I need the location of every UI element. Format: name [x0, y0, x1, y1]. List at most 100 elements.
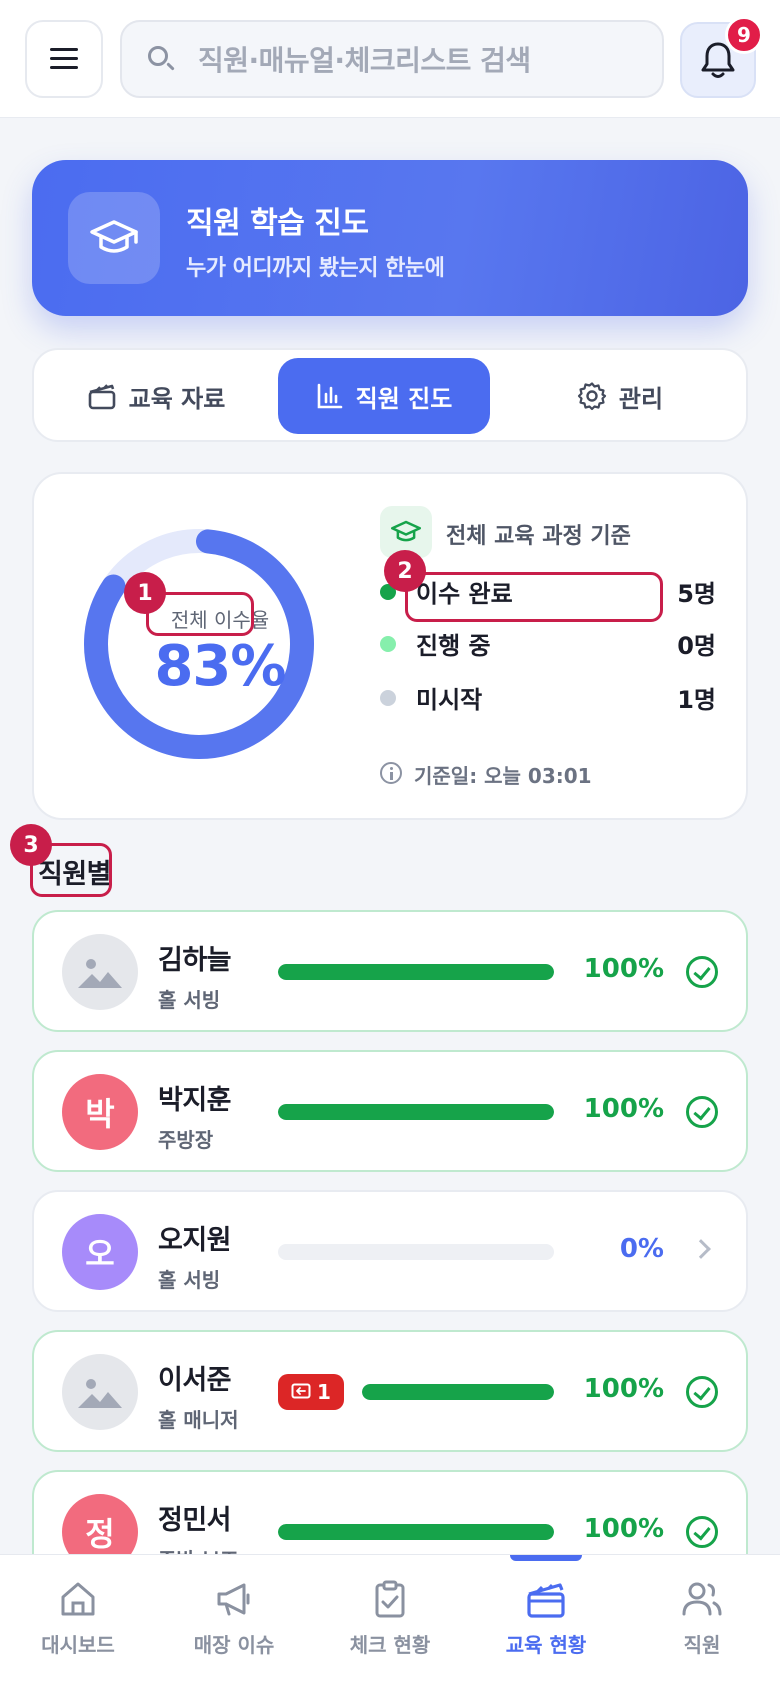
megaphone-icon	[217, 1583, 250, 1616]
tab-staff-progress[interactable]: 직원 진도	[278, 358, 490, 434]
stat-in-progress: 진행 중 0명	[380, 622, 716, 662]
hero-title: 직원 학습 진도	[186, 206, 369, 241]
info-icon	[380, 762, 402, 784]
nav-check-status[interactable]: 체크 현황	[312, 1555, 468, 1688]
menu-button[interactable]	[25, 20, 103, 98]
employee-row[interactable]: 김하늘 홀 서빙 100%	[32, 910, 748, 1032]
progress-fill	[278, 1104, 554, 1120]
summary-basis: 전체 교육 과정 기준	[446, 524, 631, 549]
nav-dashboard[interactable]: 대시보드	[0, 1555, 156, 1688]
employee-row[interactable]: 오 오지원 홀 서빙 0%	[32, 1190, 748, 1312]
completion-summary-card: 전체 이수율 83% 전체 교육 과정 기준 이수 완료 5명 진행 중 0명 …	[32, 472, 748, 820]
avatar: 오	[62, 1214, 138, 1290]
bottom-navigation: 대시보드 매장 이슈 체크 현황 교육 현황 직원	[0, 1554, 780, 1688]
progress-fill	[278, 964, 554, 980]
image-placeholder-icon	[78, 1379, 122, 1408]
avatar	[62, 934, 138, 1010]
avatar: 정	[62, 1494, 138, 1554]
reply-message-icon	[291, 1383, 311, 1399]
employee-name: 이서준	[158, 1365, 232, 1396]
stat-value: 0명	[677, 632, 716, 660]
employee-row[interactable]: 정 정민서 주방 보조 100%	[32, 1470, 748, 1554]
as-of-date: 기준일: 오늘 03:01	[414, 764, 592, 788]
nav-label: 매장 이슈	[193, 1633, 275, 1657]
employee-role: 홀 서빙	[158, 988, 221, 1012]
nav-staff[interactable]: 직원	[624, 1555, 780, 1688]
employee-name: 김하늘	[158, 945, 232, 976]
search-placeholder: 직원·매뉴얼·체크리스트 검색	[198, 44, 531, 77]
nav-store-issues[interactable]: 매장 이슈	[156, 1555, 312, 1688]
nav-label: 체크 현황	[349, 1633, 431, 1657]
nav-training-status[interactable]: 교육 현황	[468, 1555, 624, 1688]
annotation-highlight-2	[405, 572, 663, 622]
progress-percent: 0%	[619, 1234, 664, 1264]
home-icon	[61, 1582, 95, 1616]
progress-fill	[278, 1524, 554, 1540]
clapperboard-icon	[527, 1583, 565, 1618]
employee-row[interactable]: 이서준 홀 매니저 1 100%	[32, 1330, 748, 1452]
progress-percent: 100%	[583, 1094, 664, 1124]
stat-label: 진행 중	[416, 632, 491, 660]
active-tab-indicator	[510, 1555, 582, 1561]
gear-icon	[577, 382, 607, 411]
completion-value: 83%	[154, 634, 286, 699]
employee-role: 홀 매니저	[158, 1408, 239, 1432]
tab-label: 직원 진도	[355, 384, 453, 413]
tab-bar: 교육 자료 직원 진도 관리	[32, 348, 748, 442]
avatar: 박	[62, 1074, 138, 1150]
progress-bar	[278, 1524, 554, 1540]
employee-name: 박지훈	[158, 1085, 232, 1116]
check-circle-icon	[686, 1516, 718, 1548]
clapperboard-icon	[88, 384, 115, 410]
tab-label: 교육 자료	[128, 384, 226, 413]
chevron-right-icon[interactable]	[691, 1239, 711, 1259]
feedback-badge[interactable]: 1	[278, 1374, 344, 1410]
stat-not-started: 미시작 1명	[380, 676, 716, 716]
progress-percent: 100%	[583, 1374, 664, 1404]
progress-fill	[362, 1384, 554, 1400]
tab-training-materials[interactable]: 교육 자료	[46, 358, 266, 434]
nav-label: 대시보드	[41, 1633, 115, 1657]
stat-label: 미시작	[416, 686, 483, 714]
status-dot	[380, 636, 396, 652]
hero-subtitle: 누가 어디까지 봤는지 한눈에	[186, 256, 445, 281]
tab-label: 관리	[618, 384, 664, 413]
check-circle-icon	[686, 1096, 718, 1128]
search-input[interactable]: 직원·매뉴얼·체크리스트 검색	[120, 20, 664, 98]
progress-bar	[362, 1384, 554, 1400]
status-dot	[380, 690, 396, 706]
nav-label: 교육 현황	[505, 1633, 587, 1657]
check-circle-icon	[686, 1376, 718, 1408]
progress-bar	[278, 1104, 554, 1120]
image-placeholder-icon	[78, 959, 122, 988]
annotation-marker-2: 2	[384, 550, 426, 592]
users-icon	[682, 1582, 722, 1616]
menu-icon	[50, 48, 78, 70]
annotation-marker-3: 3	[10, 824, 52, 866]
stat-value: 1명	[677, 686, 716, 714]
progress-percent: 100%	[583, 954, 664, 984]
employee-role: 홀 서빙	[158, 1268, 221, 1292]
employee-name: 정민서	[158, 1505, 232, 1536]
employee-list: 김하늘 홀 서빙 100% 박 박지훈 주방장 100% 오 오지원 홀 서빙 …	[32, 910, 748, 1554]
nav-label: 직원	[683, 1633, 721, 1657]
progress-bar	[278, 1244, 554, 1260]
progress-percent: 100%	[583, 1514, 664, 1544]
employee-role: 주방 보조	[158, 1544, 239, 1554]
avatar	[62, 1354, 138, 1430]
bar-chart-icon	[317, 383, 342, 409]
graduation-cap-icon	[68, 192, 160, 284]
clipboard-check-icon	[375, 1580, 405, 1618]
employee-name: 오지원	[158, 1225, 232, 1256]
check-circle-icon	[686, 956, 718, 988]
progress-bar	[278, 964, 554, 980]
notification-badge: 9	[725, 16, 763, 54]
annotation-marker-1: 1	[124, 572, 166, 614]
tab-settings[interactable]: 관리	[504, 358, 736, 434]
hero-banner: 직원 학습 진도 누가 어디까지 봤는지 한눈에	[32, 160, 748, 316]
top-bar: 직원·매뉴얼·체크리스트 검색 9	[0, 0, 780, 118]
employee-role: 주방장	[158, 1128, 214, 1152]
employee-row[interactable]: 박 박지훈 주방장 100%	[32, 1050, 748, 1172]
search-icon	[146, 44, 176, 74]
feedback-count: 1	[317, 1380, 331, 1404]
